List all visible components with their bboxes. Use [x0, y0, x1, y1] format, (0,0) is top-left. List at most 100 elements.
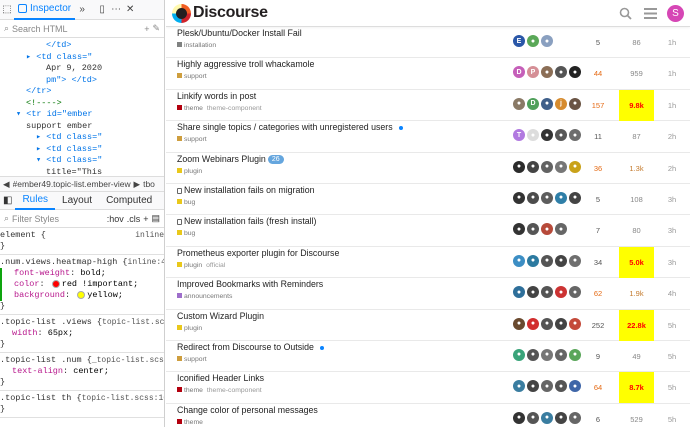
- css-rule[interactable]: .topic-list th {topic-list.scss:165}: [0, 391, 164, 418]
- avatar[interactable]: ●: [541, 66, 553, 79]
- close-icon[interactable]: ✕: [123, 3, 137, 17]
- replies-count[interactable]: 36: [578, 153, 618, 184]
- topic-title[interactable]: Iconified Header Links: [177, 373, 264, 383]
- dom-node[interactable]: ▸ <td class=": [0, 52, 164, 64]
- activity-time[interactable]: 2h: [658, 153, 686, 184]
- dom-node[interactable]: <!---->: [0, 98, 164, 110]
- activity-time[interactable]: 2h: [658, 121, 686, 152]
- avatar[interactable]: ●: [527, 380, 539, 393]
- user-avatar[interactable]: S: [667, 4, 684, 22]
- topic-row[interactable]: Improved Bookmarks with Reminders announc…: [166, 278, 690, 310]
- property-value[interactable]: 65px;: [48, 328, 74, 338]
- breadcrumb[interactable]: ◀ #ember49.topic-list.ember-view ▶ tbo: [0, 176, 164, 192]
- category-badge[interactable]: bug: [177, 230, 195, 237]
- avatar[interactable]: ●: [513, 160, 525, 173]
- dom-node[interactable]: ▸ <td class=": [0, 144, 164, 156]
- avatar[interactable]: ●: [513, 348, 525, 361]
- topic-title[interactable]: Change color of personal messages: [177, 405, 318, 415]
- avatar[interactable]: ●: [513, 191, 525, 204]
- css-rule[interactable]: element {inline}: [0, 228, 164, 255]
- topic-row[interactable]: Iconified Header Links theme theme-compone…: [166, 372, 690, 404]
- category-badge[interactable]: support: [177, 136, 207, 143]
- topic-row[interactable]: New installation fails (fresh install) bu…: [166, 215, 690, 247]
- tab-inspector[interactable]: Inspector: [14, 0, 76, 20]
- topic-title[interactable]: Linkify words in post: [177, 91, 256, 101]
- print-icon[interactable]: ▤: [151, 213, 160, 224]
- topic-title[interactable]: Share single topics / categories with un…: [177, 122, 403, 132]
- topic-title-text[interactable]: Share single topics / categories with un…: [177, 122, 393, 132]
- avatar[interactable]: ●: [541, 286, 553, 299]
- replies-count[interactable]: 7: [578, 215, 618, 246]
- category-badge[interactable]: plugin: [177, 167, 202, 175]
- topic-title-text[interactable]: Linkify words in post: [177, 91, 256, 101]
- replies-count[interactable]: 252: [578, 310, 618, 341]
- dom-node[interactable]: </tr>: [0, 86, 164, 98]
- activity-time[interactable]: 4h: [658, 278, 686, 309]
- category-badge[interactable]: announcements: [177, 293, 232, 300]
- topic-title-text[interactable]: Plesk/Ubuntu/Docker Install Fail: [177, 28, 302, 38]
- dom-node[interactable]: support ember: [0, 121, 164, 133]
- topic-row[interactable]: Zoom Webinars Plugin 26 plugin ● ● ● ● ● 36 1.3k 2…: [166, 153, 690, 184]
- topic-title[interactable]: Redirect from Discourse to Outside: [177, 342, 324, 352]
- topic-row[interactable]: Custom Wizard Plugin plugin ● ● ● ● ● 252 22.8k 5…: [166, 309, 690, 341]
- rule-source[interactable]: inline:4: [128, 257, 164, 268]
- replies-count[interactable]: 44: [578, 58, 618, 89]
- avatar[interactable]: ●: [513, 223, 525, 236]
- avatar[interactable]: ●: [555, 286, 567, 299]
- avatar[interactable]: ●: [527, 129, 539, 142]
- topic-title-text[interactable]: New installation fails on migration: [184, 185, 315, 195]
- hov-button[interactable]: :hov: [107, 214, 124, 224]
- avatar[interactable]: ●: [513, 286, 525, 299]
- topic-title-text[interactable]: Prometheus exporter plugin for Discourse: [177, 248, 339, 258]
- category-badge[interactable]: plugin: [177, 324, 202, 332]
- activity-time[interactable]: 1h: [658, 90, 686, 121]
- avatar[interactable]: ●: [527, 223, 539, 236]
- color-swatch-icon[interactable]: [77, 290, 86, 299]
- avatar[interactable]: ●: [527, 348, 539, 361]
- avatar[interactable]: ●: [527, 411, 539, 424]
- toggle-sidebar-icon[interactable]: ◧: [0, 195, 15, 206]
- rule-source[interactable]: topic-list.scss:127: [102, 317, 164, 328]
- eyedropper-icon[interactable]: ✎: [152, 23, 160, 34]
- avatar[interactable]: ●: [555, 380, 567, 393]
- avatar[interactable]: ●: [541, 35, 553, 47]
- tab-rules[interactable]: Rules: [15, 192, 56, 210]
- replies-count[interactable]: 62: [578, 278, 618, 309]
- unread-badge[interactable]: 26: [267, 154, 284, 164]
- topic-row[interactable]: Redirect from Discourse to Outside suppor…: [166, 341, 690, 373]
- css-declaration[interactable]: color: red !important;: [0, 279, 164, 290]
- avatar[interactable]: ●: [555, 411, 567, 424]
- topic-row[interactable]: Highly aggressive troll whackamole suppor…: [166, 58, 690, 90]
- category-badge[interactable]: installation: [177, 42, 216, 49]
- avatar[interactable]: T: [513, 129, 525, 142]
- avatar[interactable]: ●: [527, 254, 539, 267]
- category-badge[interactable]: support: [177, 73, 207, 80]
- discourse-logo[interactable]: Discourse: [172, 3, 268, 23]
- avatar[interactable]: ●: [527, 286, 539, 299]
- breadcrumb-item[interactable]: #ember49.topic-list.ember-view: [13, 179, 131, 189]
- topic-title[interactable]: Zoom Webinars Plugin 26: [177, 154, 284, 164]
- category-badge[interactable]: support: [177, 355, 207, 363]
- property-name[interactable]: background: [14, 290, 65, 300]
- avatar[interactable]: ●: [541, 380, 553, 393]
- avatar[interactable]: ●: [555, 348, 567, 361]
- topic-tag[interactable]: theme-component: [207, 387, 262, 394]
- rule-selector[interactable]: .topic-list .num {: [0, 355, 92, 366]
- dom-tree[interactable]: </td> ▸ <td class=" Apr 9, 2020 pm"> </td> <…: [0, 38, 164, 176]
- avatar[interactable]: ●: [541, 129, 553, 142]
- category-badge[interactable]: plugin: [177, 261, 202, 269]
- avatar[interactable]: ●: [513, 380, 525, 393]
- avatar[interactable]: ●: [527, 317, 539, 330]
- replies-count[interactable]: 11: [578, 121, 618, 152]
- rule-source[interactable]: inline: [135, 230, 164, 241]
- dom-node[interactable]: ▾ <tr id="ember: [0, 109, 164, 121]
- topic-title[interactable]: Custom Wizard Plugin: [177, 311, 264, 321]
- replies-count[interactable]: 5: [578, 27, 618, 58]
- tab-computed[interactable]: Computed: [99, 192, 159, 210]
- topic-title[interactable]: New installation fails on migration: [177, 185, 315, 195]
- dom-node[interactable]: Apr 9, 2020: [0, 63, 164, 75]
- category-badge[interactable]: theme: [177, 104, 203, 112]
- color-swatch-icon[interactable]: [51, 279, 60, 288]
- category-badge[interactable]: theme: [177, 387, 203, 394]
- css-declaration[interactable]: text-align: center;: [0, 366, 164, 377]
